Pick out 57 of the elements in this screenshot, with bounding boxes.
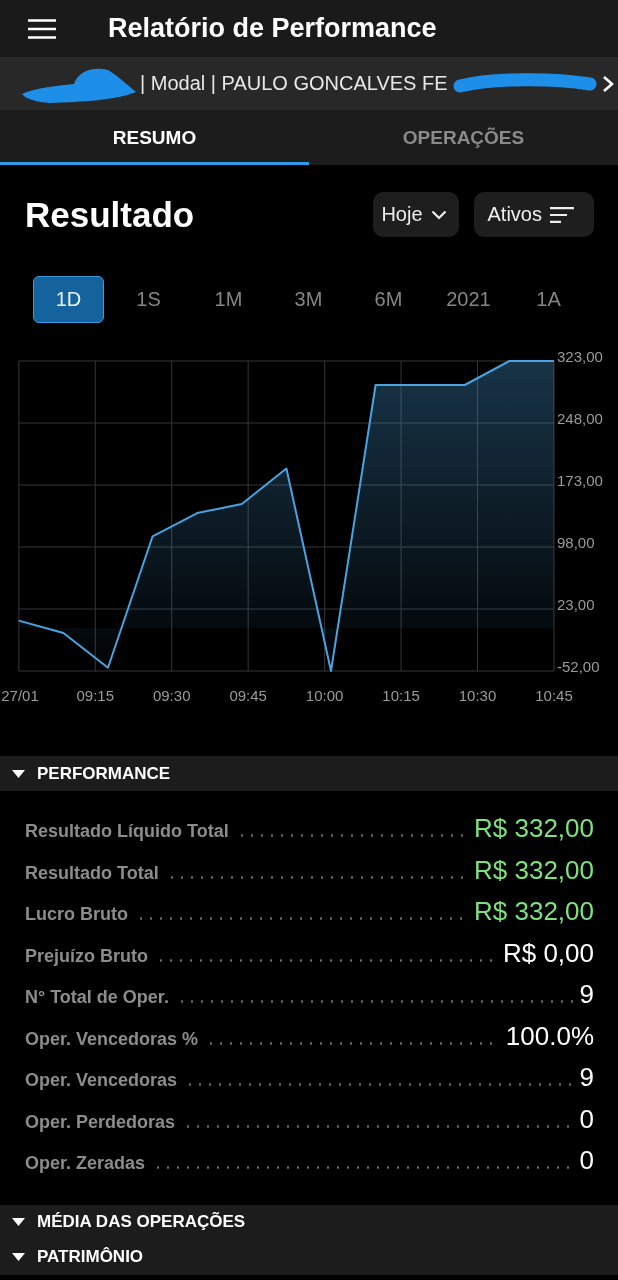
stat-value: 0 <box>579 1103 594 1135</box>
stat-label: Oper. Zeradas <box>25 1153 146 1174</box>
account-label: | Modal | PAULO GONCALVES FE <box>140 72 448 95</box>
stat-value: R$ 332,00 <box>474 854 594 886</box>
x-axis-label: 09:45 <box>229 687 267 704</box>
period-chip[interactable]: 3M <box>273 276 344 323</box>
x-axis-label: 10:30 <box>458 687 497 704</box>
period-chip[interactable]: 1D <box>33 276 104 323</box>
x-axis-label: 10:45 <box>535 687 573 704</box>
period-chip[interactable]: 1M <box>193 276 264 323</box>
period-dropdown[interactable]: Hoje <box>373 192 459 237</box>
stat-label: Resultado Líquido Total <box>25 821 229 842</box>
tab[interactable]: OPERAÇÕES <box>309 110 618 165</box>
section-header[interactable]: PERFORMANCE <box>0 756 618 791</box>
stat-label: Lucro Bruto <box>25 904 128 925</box>
stat-value: 0 <box>579 1145 594 1176</box>
caret-down-icon <box>12 1253 25 1261</box>
stat-label: Prejuízo Bruto <box>25 945 148 967</box>
y-axis-label: -52,00 <box>557 658 600 675</box>
stat-value: R$ 332,00 <box>474 896 594 927</box>
filter-button[interactable]: Ativos <box>473 192 594 237</box>
menu-icon[interactable] <box>28 18 56 39</box>
stat-label: Oper. Vencedoras % <box>25 1028 199 1050</box>
section-header[interactable]: MÉDIA DAS OPERAÇÕES <box>0 1204 618 1240</box>
tab[interactable]: RESUMO <box>0 110 309 165</box>
caret-down-icon <box>12 1218 25 1226</box>
y-axis-label: 23,00 <box>557 596 595 613</box>
sort-icon <box>550 206 574 223</box>
period-chip[interactable]: 1A <box>513 276 584 323</box>
chevron-down-icon <box>430 209 447 220</box>
stat-value: 9 <box>579 979 594 1010</box>
stat-label: N° Total de Oper. <box>25 987 169 1008</box>
stat-value: 9 <box>579 1062 594 1093</box>
x-axis-label: 09:15 <box>76 687 115 704</box>
stat-label: Oper. Perdedoras <box>25 1111 176 1133</box>
period-chip[interactable]: 2021 <box>433 276 504 323</box>
stat-label: Oper. Vencedoras <box>25 1070 178 1091</box>
y-axis-label: 173,00 <box>557 472 603 489</box>
caret-down-icon <box>12 769 25 778</box>
account-bar[interactable]: | Modal | PAULO GONCALVES FE <box>0 57 618 110</box>
period-chip[interactable]: 6M <box>353 276 424 323</box>
section-title: Resultado <box>25 194 195 235</box>
y-axis-label: 323,00 <box>557 348 603 365</box>
chevron-right-icon[interactable] <box>601 74 614 93</box>
stat-value: R$ 332,00 <box>474 813 594 844</box>
app-title: Relatório de Performance <box>108 13 437 44</box>
stat-label: Resultado Total <box>25 862 159 884</box>
x-axis-label: 10:15 <box>382 687 420 704</box>
stat-value: 100.0% <box>505 1020 594 1052</box>
period-chip[interactable]: 1S <box>113 276 184 323</box>
x-axis-label: 27/01 <box>1 687 39 704</box>
y-axis-label: 248,00 <box>557 410 603 427</box>
y-axis-label: 98,00 <box>557 534 595 551</box>
section-header[interactable]: PATRIMÔNIO <box>0 1239 618 1275</box>
stat-value: R$ 0,00 <box>502 937 594 969</box>
x-axis-label: 10:00 <box>305 687 344 704</box>
x-axis-label: 09:30 <box>152 687 191 704</box>
